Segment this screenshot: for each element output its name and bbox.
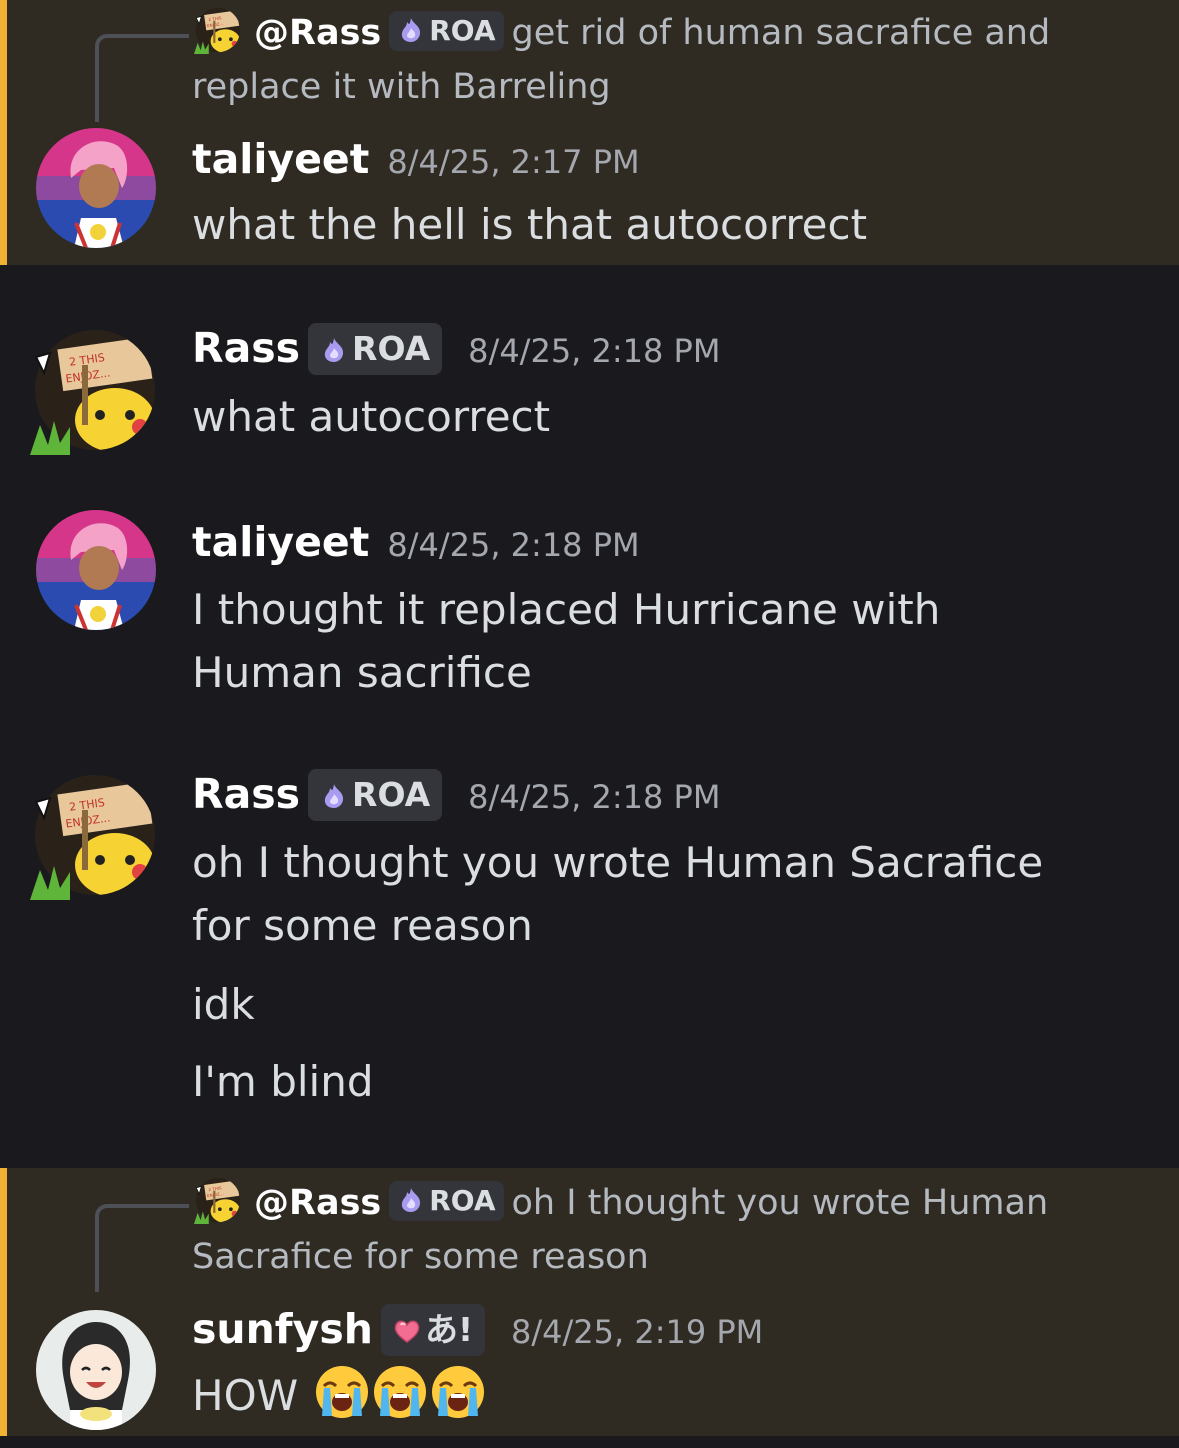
loudly-crying-emoji[interactable] (372, 1364, 428, 1420)
message-highlighted[interactable]: @Rass ROA get rid of human sacrafice and r… (0, 0, 1179, 265)
message-header: Rass ROA 8/4/25, 2:18 PM (192, 323, 720, 375)
author-name[interactable]: taliyeet (192, 135, 369, 183)
purple-flame-icon (397, 16, 425, 44)
server-tag-label: ROA (429, 14, 496, 47)
pikachu-sign-avatar (192, 1176, 244, 1224)
pink-hair-avatar[interactable] (36, 128, 156, 248)
message-header: taliyeet 8/4/25, 2:17 PM (192, 135, 640, 183)
message-text: idk (192, 980, 255, 1029)
author-name[interactable]: sunfysh (192, 1305, 373, 1353)
message-text: what the hell is that autocorrect (192, 200, 868, 249)
message-highlighted[interactable]: @Rass ROA oh I thought you wrote Human Sac… (0, 1168, 1179, 1436)
reply-author-name[interactable]: @Rass (254, 13, 381, 53)
message-text: HOW (192, 1364, 1142, 1427)
purple-flame-icon (397, 1186, 425, 1214)
pink-hair-avatar[interactable] (36, 510, 156, 630)
bottom-divider (0, 1436, 1179, 1448)
message-text: I'm blind (192, 1057, 374, 1106)
purple-flame-icon (320, 336, 348, 364)
reply-preview[interactable]: @Rass ROA oh I thought you wrote Human Sac… (192, 1176, 1112, 1284)
loudly-crying-emoji[interactable] (430, 1364, 486, 1420)
timestamp[interactable]: 8/4/25, 2:18 PM (387, 526, 639, 564)
message-text: I thought it replaced Hurricane with Hum… (192, 585, 941, 697)
message-text: oh I thought you wrote Human Sacrafice f… (192, 838, 1044, 950)
server-tag-label: ROA (352, 775, 431, 814)
server-tag[interactable]: ROA (308, 323, 443, 375)
pink-heart-icon (393, 1317, 421, 1345)
message-header: taliyeet 8/4/25, 2:18 PM (192, 518, 640, 566)
server-tag[interactable]: ROA (389, 11, 504, 51)
mention-indicator-bar (0, 0, 7, 265)
pikachu-sign-avatar[interactable] (30, 325, 160, 455)
server-tag[interactable]: ROA (389, 1181, 504, 1221)
purple-flame-icon (320, 782, 348, 810)
timestamp[interactable]: 8/4/25, 2:17 PM (387, 143, 639, 181)
server-tag[interactable]: ROA (308, 769, 443, 821)
reply-preview[interactable]: @Rass ROA get rid of human sacrafice and r… (192, 6, 1112, 114)
message-text-content: HOW (192, 1371, 299, 1420)
loudly-crying-emoji[interactable] (314, 1364, 370, 1420)
server-tag-label: ROA (429, 1184, 496, 1217)
message[interactable]: Rass ROA 8/4/25, 2:18 PM what autocorrect (0, 265, 1179, 465)
message-header: sunfysh あ! 8/4/25, 2:19 PM (192, 1304, 763, 1356)
timestamp[interactable]: 8/4/25, 2:18 PM (468, 332, 720, 370)
server-tag-label: あ! (424, 1310, 473, 1349)
author-name[interactable]: Rass (192, 770, 300, 818)
message-header: Rass ROA 8/4/25, 2:18 PM (192, 769, 720, 821)
pikachu-sign-avatar (192, 6, 244, 54)
timestamp[interactable]: 8/4/25, 2:19 PM (511, 1313, 763, 1351)
timestamp[interactable]: 8/4/25, 2:18 PM (468, 778, 720, 816)
pikachu-sign-avatar[interactable] (30, 770, 160, 900)
reply-author-name[interactable]: @Rass (254, 1183, 381, 1223)
message[interactable]: taliyeet 8/4/25, 2:18 PM I thought it rep… (0, 490, 1179, 710)
reply-connector-line (95, 1204, 189, 1292)
mention-indicator-bar (0, 1168, 7, 1436)
message[interactable]: Rass ROA 8/4/25, 2:18 PM oh I thought you … (0, 755, 1179, 1155)
author-name[interactable]: taliyeet (192, 518, 369, 566)
anime-girl-avatar[interactable] (36, 1310, 156, 1430)
server-tag[interactable]: あ! (380, 1304, 485, 1356)
server-tag-label: ROA (352, 329, 431, 368)
author-name[interactable]: Rass (192, 324, 300, 372)
message-text: what autocorrect (192, 392, 551, 441)
reply-connector-line (95, 34, 189, 122)
